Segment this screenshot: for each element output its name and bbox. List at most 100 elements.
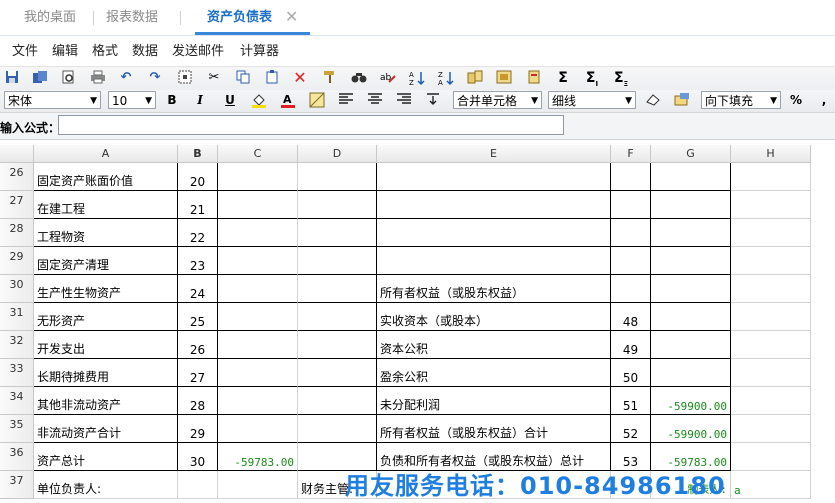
cell-a26[interactable]: 固定资产账面价值 <box>34 163 178 191</box>
cell-f32[interactable]: 49 <box>611 331 651 359</box>
cell-b33[interactable]: 27 <box>178 359 218 387</box>
cell-h33[interactable] <box>731 359 811 387</box>
cell-d33[interactable] <box>298 359 377 387</box>
delete-icon[interactable]: ✕ <box>292 70 308 86</box>
column-header-f[interactable]: F <box>611 145 651 163</box>
cell-c26[interactable] <box>218 163 298 191</box>
cell-h35[interactable] <box>731 415 811 443</box>
cell-c32[interactable] <box>218 331 298 359</box>
cell-a32[interactable]: 开发支出 <box>34 331 178 359</box>
row-header[interactable]: 30 <box>0 275 34 303</box>
cell-f28[interactable] <box>611 219 651 247</box>
cell-b29[interactable]: 23 <box>178 247 218 275</box>
row-header[interactable]: 29 <box>0 247 34 275</box>
cell-f35[interactable]: 52 <box>611 415 651 443</box>
cell-b32[interactable]: 26 <box>178 331 218 359</box>
cell-c34[interactable] <box>218 387 298 415</box>
cell-h29[interactable] <box>731 247 811 275</box>
menu-format[interactable]: 格式 <box>92 40 118 59</box>
cell-g35[interactable]: -59900.00 <box>651 415 731 443</box>
sort-ascending-icon[interactable]: AZ <box>409 70 425 87</box>
comma-button[interactable]: , <box>816 92 832 108</box>
print-icon[interactable] <box>90 70 106 86</box>
sum-icon[interactable]: Σ <box>555 70 571 86</box>
cell-f34[interactable]: 51 <box>611 387 651 415</box>
cell-h36[interactable] <box>731 443 811 471</box>
cell-e34[interactable]: 未分配利润 <box>377 387 611 415</box>
column-header-a[interactable]: A <box>34 145 178 163</box>
sum-row-icon[interactable]: ΣI <box>584 70 600 88</box>
cell-h30[interactable] <box>731 275 811 303</box>
eraser-icon[interactable] <box>645 92 661 108</box>
cell-h34[interactable] <box>731 387 811 415</box>
cell-d30[interactable] <box>298 275 377 303</box>
merge-cells-select[interactable]: 合并单元格 ▼ <box>453 91 542 109</box>
font-size-select[interactable]: 10 ▼ <box>108 91 156 109</box>
menu-file[interactable]: 文件 <box>12 40 38 59</box>
vertical-align-icon[interactable] <box>425 92 441 108</box>
cell-a27[interactable]: 在建工程 <box>34 191 178 219</box>
cell-h32[interactable] <box>731 331 811 359</box>
cell-f33[interactable]: 50 <box>611 359 651 387</box>
style-icon[interactable] <box>674 92 690 108</box>
line-style-select[interactable]: 细线 ▼ <box>548 91 636 109</box>
undo-icon[interactable]: ↶ <box>118 70 134 86</box>
cell-a31[interactable]: 无形资产 <box>34 303 178 331</box>
cell-a30[interactable]: 生产性生物资产 <box>34 275 178 303</box>
italic-button[interactable]: I <box>192 92 208 108</box>
row-header[interactable]: 36 <box>0 443 34 471</box>
column-header-c[interactable]: C <box>218 145 298 163</box>
cell-g26[interactable] <box>651 163 731 191</box>
cell-g33[interactable] <box>651 359 731 387</box>
select-all-corner[interactable] <box>0 145 34 163</box>
cell-c37[interactable] <box>218 471 298 499</box>
cut-icon[interactable]: ✂ <box>206 70 222 86</box>
cell-b36[interactable]: 30 <box>178 443 218 471</box>
save-icon[interactable] <box>4 70 20 86</box>
cell-d32[interactable] <box>298 331 377 359</box>
cell-c35[interactable] <box>218 415 298 443</box>
cell-e29[interactable] <box>377 247 611 275</box>
cell-d27[interactable] <box>298 191 377 219</box>
cell-e35[interactable]: 所有者权益（或股东权益）合计 <box>377 415 611 443</box>
cell-g32[interactable] <box>651 331 731 359</box>
column-header-b[interactable]: B <box>178 145 218 163</box>
menu-send-email[interactable]: 发送邮件 <box>172 40 224 59</box>
cell-f30[interactable] <box>611 275 651 303</box>
cell-b31[interactable]: 25 <box>178 303 218 331</box>
cell-b34[interactable]: 28 <box>178 387 218 415</box>
row-header[interactable]: 28 <box>0 219 34 247</box>
cell-d31[interactable] <box>298 303 377 331</box>
cell-a37[interactable]: 单位负责人: <box>34 471 178 499</box>
cell-g30[interactable] <box>651 275 731 303</box>
cell-e27[interactable] <box>377 191 611 219</box>
menu-edit[interactable]: 编辑 <box>52 40 78 59</box>
cell-a33[interactable]: 长期待摊费用 <box>34 359 178 387</box>
row-header[interactable]: 33 <box>0 359 34 387</box>
insert-row-icon[interactable] <box>467 70 483 86</box>
cell-d28[interactable] <box>298 219 377 247</box>
redo-icon[interactable]: ↷ <box>147 70 163 86</box>
underline-button[interactable]: U <box>222 92 238 108</box>
cell-e30[interactable]: 所有者权益（或股东权益） <box>377 275 611 303</box>
cell-g29[interactable] <box>651 247 731 275</box>
cell-f29[interactable] <box>611 247 651 275</box>
print-preview-icon[interactable] <box>60 70 76 86</box>
row-header[interactable]: 26 <box>0 163 34 191</box>
menu-calculator[interactable]: 计算器 <box>240 40 279 59</box>
sum-column-icon[interactable]: ΣΞ <box>613 70 629 88</box>
cell-e33[interactable]: 盈余公积 <box>377 359 611 387</box>
column-header-e[interactable]: E <box>377 145 611 163</box>
find-icon[interactable] <box>351 70 367 86</box>
tab-report-data[interactable]: 报表数据 <box>106 0 158 33</box>
cell-a35[interactable]: 非流动资产合计 <box>34 415 178 443</box>
border-icon[interactable] <box>309 92 325 108</box>
cell-a28[interactable]: 工程物资 <box>34 219 178 247</box>
cell-g34[interactable]: -59900.00 <box>651 387 731 415</box>
cell-b27[interactable]: 21 <box>178 191 218 219</box>
row-header[interactable]: 35 <box>0 415 34 443</box>
fill-color-icon[interactable] <box>251 92 267 108</box>
cell-h26[interactable] <box>731 163 811 191</box>
cell-c29[interactable] <box>218 247 298 275</box>
cell-h31[interactable] <box>731 303 811 331</box>
